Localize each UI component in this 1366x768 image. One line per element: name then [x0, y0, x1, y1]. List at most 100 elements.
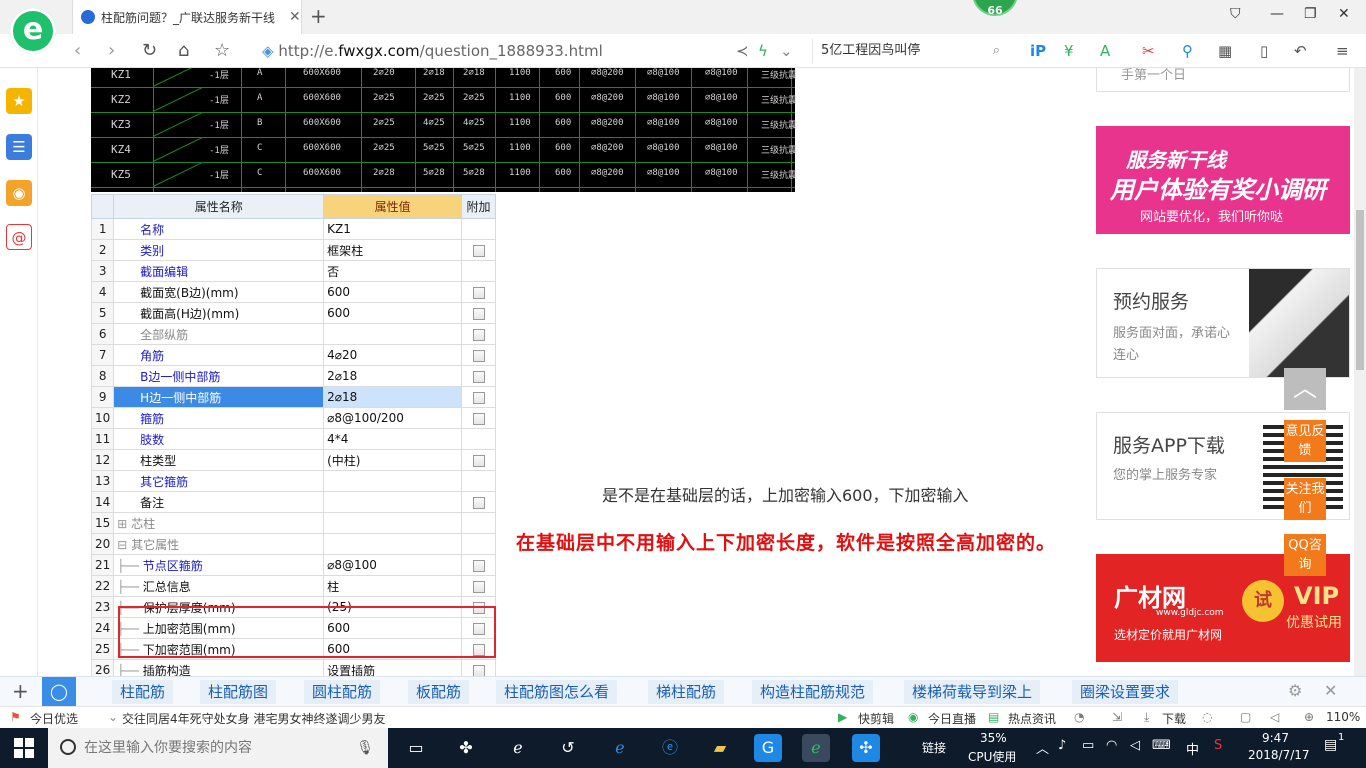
extra-checkbox[interactable] [472, 349, 485, 362]
property-value[interactable] [323, 533, 463, 555]
favorite-star-icon[interactable]: ☆ [214, 40, 230, 61]
extra-checkbox[interactable] [472, 559, 485, 572]
property-value[interactable] [323, 491, 463, 513]
extra-checkbox[interactable] [472, 496, 485, 509]
browser-360-icon[interactable]: ℯ [802, 734, 830, 762]
extra-checkbox[interactable] [472, 244, 485, 257]
property-row[interactable]: 8 B边一侧中部筋 2⌀18 [90, 365, 496, 387]
favorites-star-icon[interactable]: ★ [6, 88, 32, 114]
translate-icon[interactable]: A [1100, 42, 1110, 60]
follow-us-button[interactable]: 关注我们 [1284, 478, 1326, 520]
notification-badge[interactable]: 66 [972, 0, 1018, 17]
property-value[interactable]: 2⌀18 [323, 365, 463, 387]
related-search-item[interactable]: 楼梯荷载导到梁上 [904, 680, 1041, 704]
forward-icon[interactable]: › [108, 40, 115, 61]
keyboard-icon[interactable]: ⌨ [1152, 738, 1171, 753]
expand-icon[interactable]: ⊞ [117, 517, 131, 531]
extra-checkbox[interactable] [472, 454, 485, 467]
back-to-top-icon[interactable]: ︿ [1284, 368, 1326, 410]
qq-consult-button[interactable]: QQ咨询 [1284, 534, 1326, 576]
property-row[interactable]: 2 类别 框架柱 [90, 239, 496, 261]
property-name[interactable]: 类别 [113, 239, 325, 261]
extra-checkbox[interactable] [472, 328, 485, 341]
extra-checkbox[interactable] [472, 286, 485, 299]
property-name[interactable]: B边一侧中部筋 [113, 365, 325, 387]
property-value[interactable]: 否 [323, 260, 463, 282]
property-name[interactable]: ⊞ 芯柱 [113, 512, 325, 534]
property-value[interactable] [323, 512, 463, 534]
cleanup-icon[interactable]: ◌ [1202, 710, 1212, 724]
extra-checkbox[interactable] [472, 664, 485, 676]
task-view-icon[interactable]: ▭ [402, 734, 430, 762]
related-search-item[interactable]: 板配筋 [408, 680, 470, 704]
property-name[interactable]: 截面高(H边)(mm) [113, 302, 325, 324]
property-value[interactable]: (中柱) [323, 449, 463, 471]
property-value[interactable]: ⌀8@100/200 [323, 407, 463, 429]
property-row[interactable]: 21 ├── 节点区箍筋 ⌀8@100 [90, 554, 496, 576]
search-icon[interactable]: ⌕ [993, 39, 1000, 63]
property-row[interactable]: 22 ├── 汇总信息柱 [90, 575, 496, 597]
network-label[interactable]: 链接 [922, 739, 946, 756]
back-icon[interactable]: ‹ [74, 40, 81, 61]
refresh-icon[interactable]: ↻ [142, 40, 157, 61]
collapse-icon[interactable]: ⊟ [117, 538, 131, 552]
ad-fragment[interactable]: 手第一个日 [1096, 68, 1350, 92]
property-row[interactable]: 9 H边一侧中部筋 2⌀18 [90, 386, 496, 408]
property-name[interactable]: 箍筋 [113, 407, 325, 429]
chevron-down-icon[interactable]: ⌄ [108, 710, 118, 724]
chevron-down-icon[interactable]: ⌄ [780, 42, 793, 60]
action-center-icon[interactable]: ▤ [1324, 737, 1337, 753]
related-search-item[interactable]: 柱配筋图 [200, 680, 277, 704]
zoom-level[interactable]: 110% [1326, 710, 1360, 724]
property-row[interactable]: 12 柱类型 (中柱) [90, 449, 496, 471]
move-tool-icon[interactable]: ✣ [852, 734, 880, 762]
glodon-app-icon[interactable]: G [754, 734, 782, 762]
property-row[interactable]: 10 箍筋 ⌀8@100/200 [90, 407, 496, 429]
property-row[interactable]: 7 角筋 4⌀20 [90, 344, 496, 366]
tablet-icon[interactable]: ▯ [1260, 42, 1268, 60]
property-name[interactable]: 名称 [113, 218, 325, 240]
speed-icon[interactable]: ◔ [1074, 710, 1084, 724]
extra-checkbox[interactable] [472, 412, 485, 425]
apps-grid-icon[interactable]: ▦ [1218, 42, 1232, 60]
related-search-item[interactable]: 圈梁设置要求 [1072, 680, 1179, 704]
related-search-item[interactable]: 柱配筋 [112, 680, 174, 704]
property-value[interactable]: 柱 [323, 575, 463, 597]
download-link[interactable]: 下载 [1162, 710, 1186, 727]
property-name[interactable]: 截面编辑 [113, 260, 325, 282]
property-row[interactable]: 13 其它箍筋 [90, 470, 496, 492]
shield-yen-icon[interactable]: ¥ [1064, 42, 1074, 60]
new-tab-button[interactable]: + [310, 4, 327, 28]
close-window-icon[interactable]: ✕ [1338, 6, 1350, 22]
taskbar-search-input[interactable]: 在这里输入你要搜索的内容 🎙 [48, 728, 388, 768]
property-name[interactable]: ├── 节点区箍筋 [113, 554, 325, 576]
weibo-icon[interactable]: ◉ [6, 180, 32, 206]
search-input[interactable]: 5亿工程因鸟叫停 ⌕ [812, 39, 1008, 63]
home-icon[interactable]: ⌂ [178, 40, 189, 61]
property-name[interactable]: ├── 汇总信息 [113, 575, 325, 597]
microphone-icon[interactable]: 🎙 [356, 728, 374, 768]
menu-icon[interactable]: ≡ [1336, 42, 1349, 60]
property-row[interactable]: 14 备注 [90, 491, 496, 513]
maximize-icon[interactable]: ❐ [1304, 6, 1317, 22]
related-search-item[interactable]: 柱配筋图怎么看 [496, 680, 618, 704]
scissors-icon[interactable]: ✂ [1142, 42, 1155, 60]
chevron-up-icon[interactable]: ︿ [1036, 738, 1049, 757]
minimize-icon[interactable]: — [1270, 6, 1284, 22]
property-value[interactable]: 4*4 [323, 428, 463, 450]
property-value[interactable]: 600 [323, 281, 463, 303]
property-name[interactable]: 备注 [113, 491, 325, 513]
scrollbar-thumb[interactable] [1356, 210, 1364, 370]
property-name[interactable]: H边一侧中部筋 [113, 386, 325, 408]
hot-news-link[interactable]: 热点资讯 [1008, 710, 1056, 727]
magnifier-icon[interactable]: ⚲ [1182, 42, 1193, 60]
property-value[interactable]: ⌀8@100 [323, 554, 463, 576]
wifi-icon[interactable]: ◠ [1106, 738, 1117, 753]
property-value[interactable]: 框架柱 [323, 239, 463, 261]
windows-start-icon[interactable] [14, 738, 34, 758]
extra-checkbox[interactable] [472, 370, 485, 383]
window-icon[interactable]: ▢ [1240, 710, 1251, 724]
live-link[interactable]: 今日直播 [928, 710, 976, 727]
property-name[interactable]: 柱类型 [113, 449, 325, 471]
property-row[interactable]: 26 ├── 插筋构造 设置插筋 [90, 659, 496, 676]
